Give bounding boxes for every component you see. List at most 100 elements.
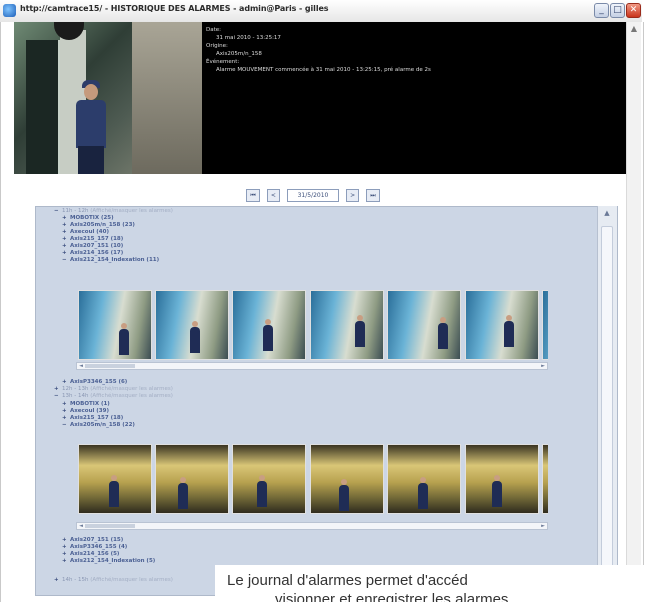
expand-icon[interactable]: + <box>62 250 70 257</box>
collapse-icon[interactable]: − <box>62 422 70 429</box>
expand-icon[interactable]: + <box>62 401 70 408</box>
expand-icon[interactable]: + <box>62 215 70 222</box>
scroll-right-icon[interactable]: ► <box>539 363 547 369</box>
scroll-up-icon[interactable]: ▲ <box>602 209 612 217</box>
camera-item[interactable]: + Axis207_151 (10) <box>62 243 123 250</box>
expand-icon[interactable]: + <box>62 408 70 415</box>
camera-label: Axis214_156 (17) <box>70 250 124 256</box>
alarm-thumbnail[interactable] <box>387 290 461 360</box>
scroll-thumb[interactable] <box>85 524 135 528</box>
camera-label: Axis205m/n_158 (23) <box>70 222 135 228</box>
alarm-thumbnail[interactable] <box>232 290 306 360</box>
last-day-button[interactable]: ⏭ <box>366 189 380 202</box>
toggle-alarms-link[interactable]: (Affiché/masquer les alarmes) <box>90 393 173 399</box>
camera-item[interactable]: + AxisP3346_155 (4) <box>62 544 127 551</box>
camera-item[interactable]: + Axis207_151 (15) <box>62 537 123 544</box>
person-legs <box>78 146 104 174</box>
scene-wall <box>132 22 202 174</box>
person-figure <box>492 475 502 507</box>
expand-icon[interactable]: + <box>54 386 62 393</box>
expand-icon[interactable]: + <box>54 577 62 584</box>
hour-group-14h[interactable]: +14h - 15h (Affiché/masquer les alarmes) <box>54 577 173 584</box>
scroll-left-icon[interactable]: ◄ <box>77 363 85 369</box>
toggle-alarms-link[interactable]: (Affiché/masquer les alarmes) <box>90 208 173 214</box>
scroll-thumb[interactable] <box>85 364 135 368</box>
alarm-thumbnail[interactable] <box>78 290 152 360</box>
hour-group-12h[interactable]: +12h - 13h (Affiché/masquer les alarmes) <box>54 386 173 393</box>
person-figure <box>119 323 129 355</box>
expand-icon[interactable]: + <box>62 236 70 243</box>
alarm-thumbnail[interactable] <box>232 444 306 514</box>
first-day-button[interactable]: ⏮ <box>246 189 260 202</box>
camera-item[interactable]: + Axis212_154_Indexation (5) <box>62 558 155 565</box>
alarm-thumbnail[interactable] <box>155 444 229 514</box>
scroll-left-icon[interactable]: ◄ <box>77 523 85 529</box>
person-figure <box>355 315 365 347</box>
next-day-button[interactable]: > <box>346 189 360 202</box>
alarm-metadata: Date: 31 mai 2010 - 13:25:17 Origine: Ax… <box>206 26 624 74</box>
camera-label: Axis212_154_Indexation (5) <box>70 558 156 564</box>
alarm-thumbnail[interactable] <box>155 290 229 360</box>
minimize-button[interactable]: _ <box>594 3 609 18</box>
collapse-icon[interactable]: − <box>62 257 70 264</box>
camera-item[interactable]: + Axis214_156 (17) <box>62 250 123 257</box>
camera-item[interactable]: + Axecoul (40) <box>62 229 109 236</box>
scroll-thumb[interactable] <box>601 226 613 586</box>
camera-item[interactable]: + Axis205m/n_158 (23) <box>62 222 135 229</box>
close-button[interactable]: ✕ <box>626 3 641 18</box>
window-titlebar: http://camtrace15/ - HISTORIQUE DES ALAR… <box>0 0 642 23</box>
expand-icon[interactable]: + <box>62 379 70 386</box>
collapse-icon[interactable]: − <box>54 208 62 215</box>
date-field[interactable]: 31/5/2010 <box>287 189 339 202</box>
caption-line-1: Le journal d'alarmes permet d'accéd <box>227 572 468 589</box>
expand-icon[interactable]: + <box>62 222 70 229</box>
alarm-thumbnail-strip <box>76 290 548 370</box>
expand-icon[interactable]: + <box>62 551 70 558</box>
expand-icon[interactable]: + <box>62 544 70 551</box>
expand-icon[interactable]: + <box>62 415 70 422</box>
camera-item[interactable]: + AxisP3346_155 (6) <box>62 379 127 386</box>
hour-group-label: 12h - 13h <box>62 386 89 392</box>
camera-label: Axis207_151 (15) <box>70 537 124 543</box>
camera-item-expanded[interactable]: − Axis205m/n_158 (22) <box>62 422 135 429</box>
camera-item[interactable]: + Axis215_157 (18) <box>62 236 123 243</box>
hour-group-11h[interactable]: −11h - 12h (Affiché/masquer les alarmes) <box>54 208 173 215</box>
alarm-thumbnail[interactable] <box>465 444 539 514</box>
camera-item[interactable]: + Axis214_156 (5) <box>62 551 119 558</box>
thumbnail-scrollbar[interactable]: ◄ ► <box>76 362 548 370</box>
camera-item-expanded[interactable]: − Axis212_154_Indexation (11) <box>62 257 159 264</box>
prev-day-button[interactable]: < <box>266 189 280 202</box>
expand-icon[interactable]: + <box>62 558 70 565</box>
alarm-list-scrollbar[interactable]: ▲ <box>597 206 617 596</box>
camera-label: Axis215_157 (18) <box>70 415 124 421</box>
toggle-alarms-link[interactable]: (Affiché/masquer les alarmes) <box>90 386 173 392</box>
expand-icon[interactable]: + <box>62 229 70 236</box>
expand-icon[interactable]: + <box>62 243 70 250</box>
person-figure <box>263 319 273 351</box>
camera-item[interactable]: + Axecoul (39) <box>62 408 109 415</box>
toggle-alarms-link[interactable]: (Affiché/masquer les alarmes) <box>90 577 173 583</box>
camera-label: Axis205m/n_158 (22) <box>70 422 135 428</box>
date-value: 31 mai 2010 - 13:25:17 <box>216 35 281 41</box>
page-scrollbar[interactable]: ▲ <box>626 22 641 602</box>
hour-group-13h[interactable]: −13h - 14h (Affiché/masquer les alarmes) <box>54 393 173 400</box>
event-value: Alarme MOUVEMENT commencée à 31 mai 2010… <box>216 67 431 73</box>
scroll-right-icon[interactable]: ► <box>539 523 547 529</box>
alarm-thumbnail[interactable] <box>542 290 548 360</box>
alarm-thumbnail[interactable] <box>310 290 384 360</box>
camera-item[interactable]: + MOBOTIX (1) <box>62 401 110 408</box>
camera-label: AxisP3346_155 (6) <box>70 379 128 385</box>
camera-item[interactable]: + Axis215_157 (18) <box>62 415 123 422</box>
maximize-button[interactable]: □ <box>610 3 625 18</box>
camera-item[interactable]: + MOBOTIX (25) <box>62 215 114 222</box>
alarm-thumbnail[interactable] <box>465 290 539 360</box>
alarm-thumbnail[interactable] <box>78 444 152 514</box>
thumbnail-scrollbar[interactable]: ◄ ► <box>76 522 548 530</box>
scroll-up-icon[interactable]: ▲ <box>629 24 639 34</box>
alarm-thumbnail[interactable] <box>387 444 461 514</box>
expand-icon[interactable]: + <box>62 537 70 544</box>
person-figure <box>339 479 349 511</box>
collapse-icon[interactable]: − <box>54 393 62 400</box>
alarm-thumbnail[interactable] <box>310 444 384 514</box>
alarm-thumbnail[interactable] <box>542 444 548 514</box>
